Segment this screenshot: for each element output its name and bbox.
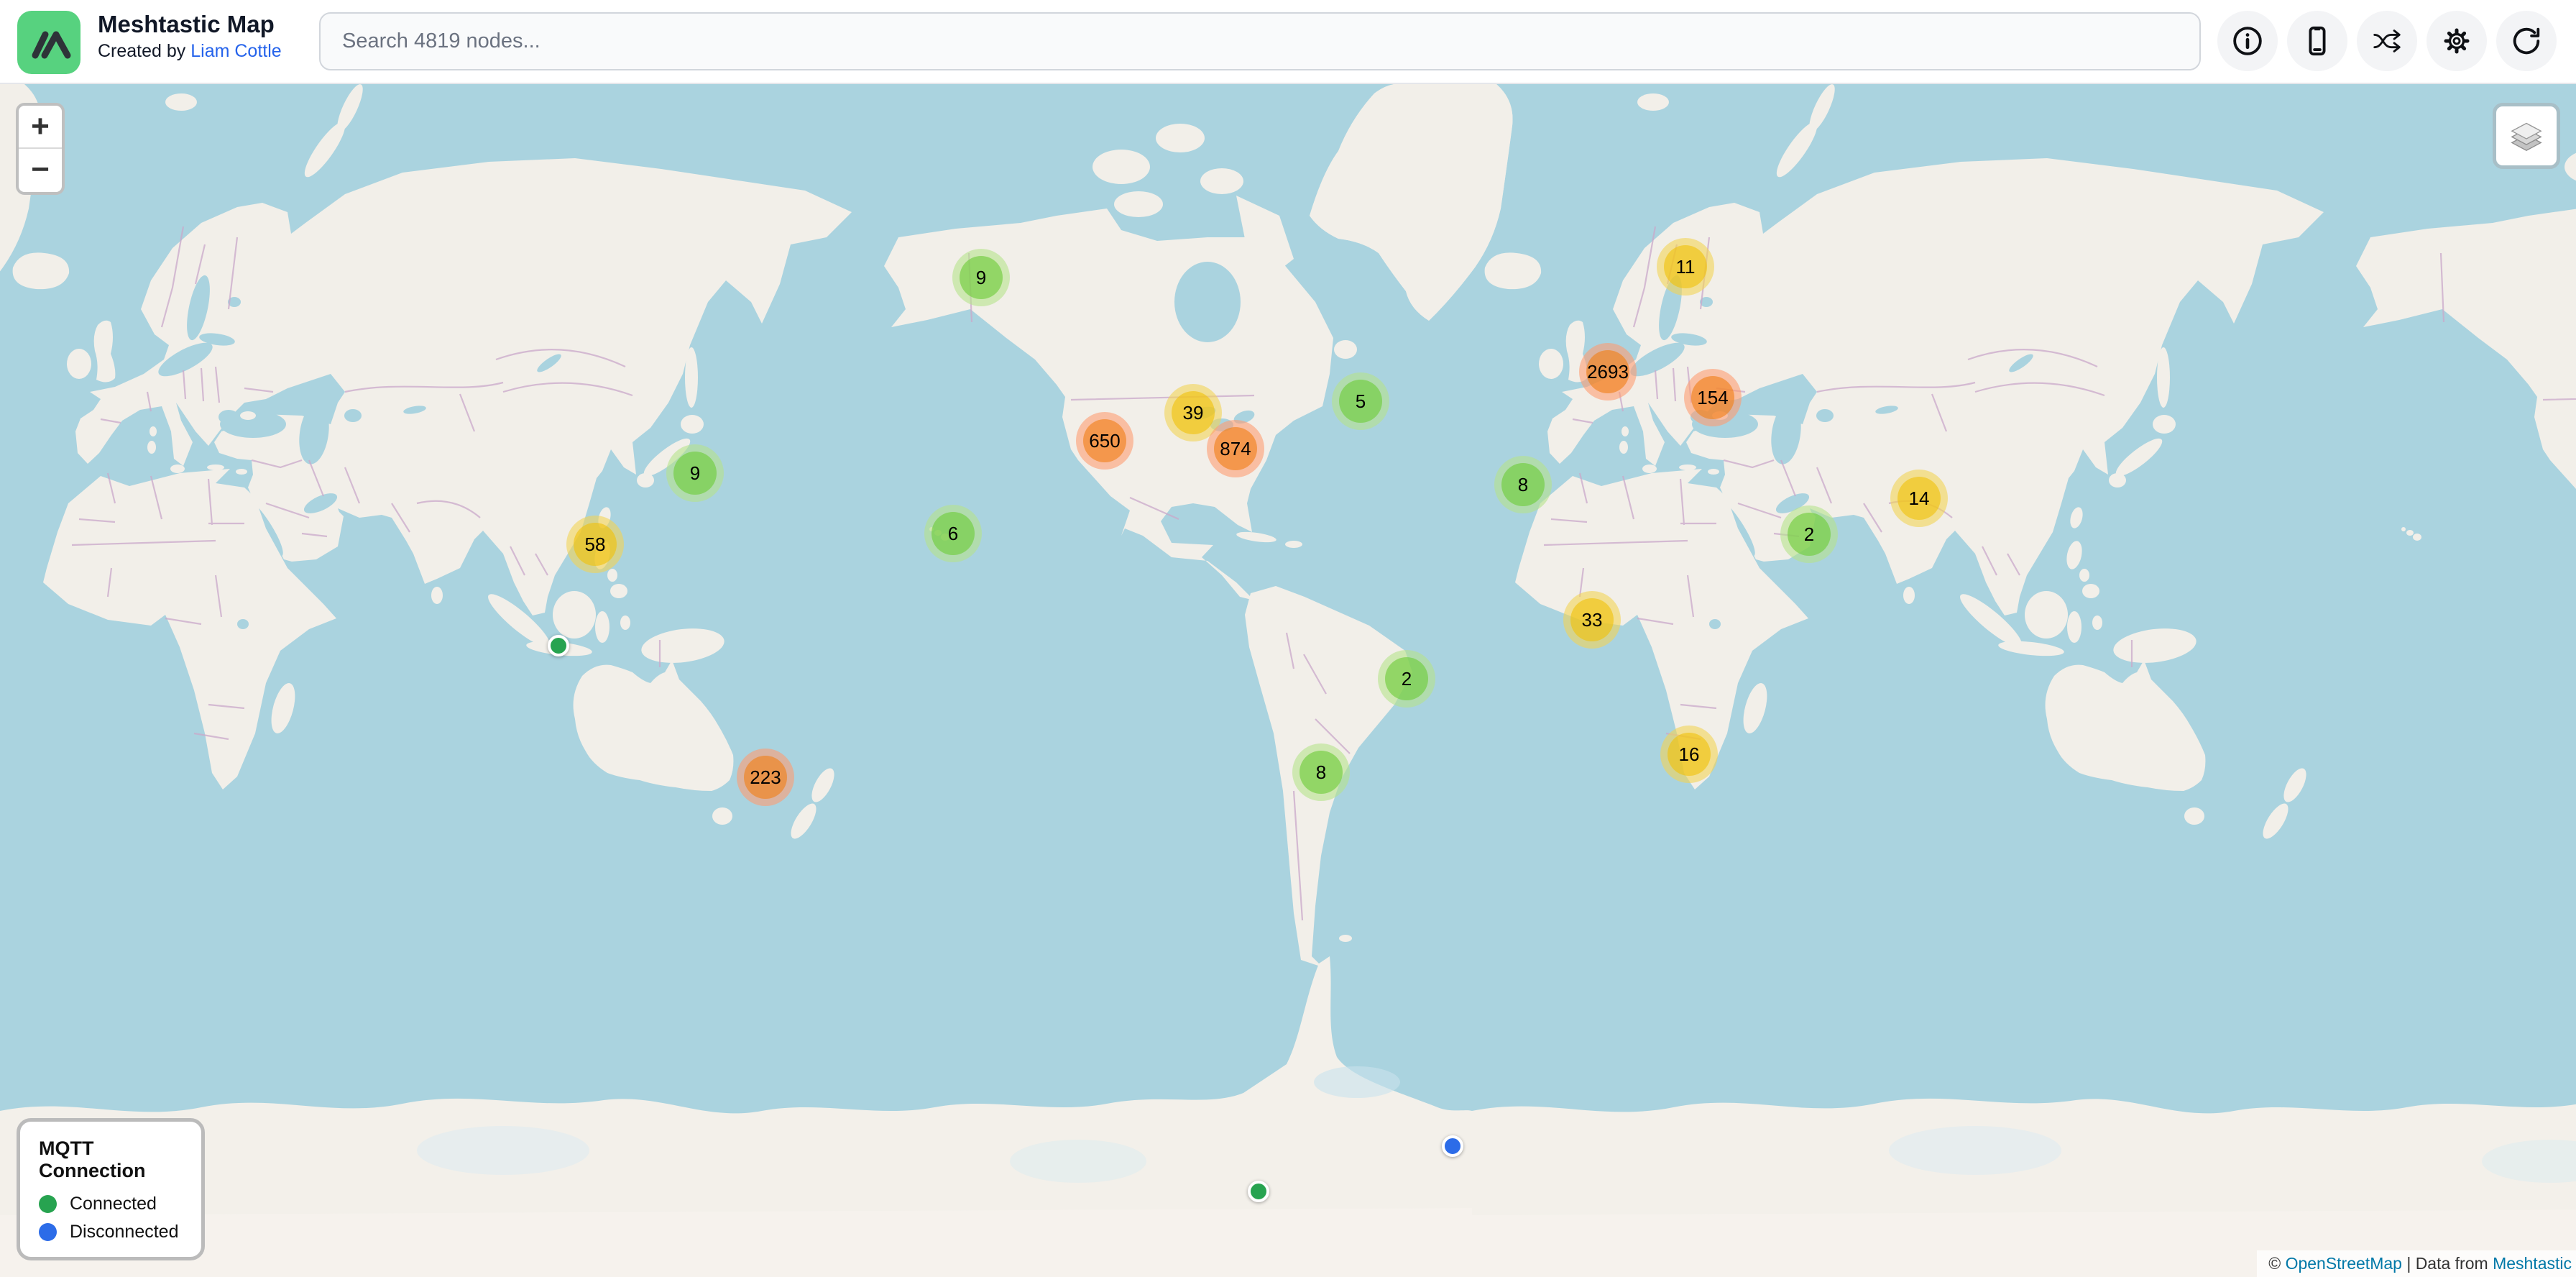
legend-status-dot bbox=[39, 1223, 57, 1241]
legend-status-dot bbox=[39, 1195, 57, 1213]
cluster-marker[interactable]: 874 bbox=[1207, 420, 1264, 477]
cluster-marker[interactable]: 8 bbox=[1494, 456, 1552, 513]
mqtt-legend: MQTT Connection Connected Disconnected bbox=[17, 1118, 205, 1260]
cluster-marker[interactable]: 2693 bbox=[1579, 343, 1637, 401]
author-link[interactable]: Liam Cottle bbox=[190, 41, 281, 61]
cluster-marker[interactable]: 33 bbox=[1563, 591, 1621, 649]
cluster-count: 223 bbox=[744, 756, 787, 799]
app-header: Meshtastic Map Created by Liam Cottle bbox=[0, 0, 2576, 84]
cluster-marker[interactable]: 9 bbox=[952, 249, 1010, 306]
byline: Created by Liam Cottle bbox=[98, 39, 282, 63]
legend-item: Disconnected bbox=[39, 1222, 183, 1242]
mobile-app-button[interactable] bbox=[2287, 11, 2347, 71]
layers-icon bbox=[2504, 114, 2549, 158]
random-node-button[interactable] bbox=[2357, 11, 2417, 71]
cluster-count: 6 bbox=[932, 512, 975, 555]
cluster-count: 58 bbox=[574, 523, 617, 566]
cluster-count: 14 bbox=[1898, 477, 1941, 520]
cluster-count: 8 bbox=[1300, 751, 1343, 794]
zoom-in-button[interactable]: + bbox=[19, 106, 62, 149]
zoom-out-button[interactable]: − bbox=[19, 149, 62, 192]
cluster-count: 39 bbox=[1172, 391, 1215, 434]
cluster-count: 5 bbox=[1339, 380, 1382, 423]
info-button[interactable] bbox=[2217, 11, 2278, 71]
cluster-marker[interactable]: 5 bbox=[1332, 372, 1389, 430]
shuffle-icon bbox=[2370, 24, 2404, 58]
cluster-marker[interactable]: 8 bbox=[1292, 743, 1350, 801]
legend-label: Disconnected bbox=[70, 1222, 178, 1242]
cluster-count: 650 bbox=[1083, 419, 1126, 462]
node-marker-connected[interactable] bbox=[548, 635, 569, 656]
cluster-marker[interactable]: 154 bbox=[1684, 369, 1742, 426]
cluster-marker[interactable]: 16 bbox=[1660, 726, 1718, 783]
node-marker-connected[interactable] bbox=[1248, 1181, 1269, 1202]
cluster-count: 2693 bbox=[1586, 350, 1629, 393]
osm-link[interactable]: OpenStreetMap bbox=[2286, 1254, 2402, 1273]
brand-block: Meshtastic Map Created by Liam Cottle bbox=[98, 10, 282, 63]
cluster-marker[interactable]: 14 bbox=[1890, 470, 1948, 527]
legend-title: MQTT Connection bbox=[39, 1138, 183, 1182]
cluster-count: 8 bbox=[1501, 463, 1545, 506]
cluster-count: 874 bbox=[1214, 427, 1257, 470]
cluster-count: 11 bbox=[1664, 245, 1707, 288]
legend-label: Connected bbox=[70, 1194, 157, 1214]
gear-icon bbox=[2439, 24, 2474, 58]
meshtastic-link[interactable]: Meshtastic bbox=[2493, 1254, 2572, 1273]
cluster-count: 154 bbox=[1691, 376, 1734, 419]
info-icon bbox=[2231, 24, 2264, 58]
cluster-marker[interactable]: 2 bbox=[1378, 650, 1435, 708]
legend-item: Connected bbox=[39, 1194, 183, 1214]
meshtastic-logo[interactable] bbox=[17, 11, 80, 74]
cluster-marker[interactable]: 2 bbox=[1780, 505, 1838, 563]
cluster-marker[interactable]: 9 bbox=[666, 444, 724, 502]
settings-button[interactable] bbox=[2426, 11, 2487, 71]
byline-prefix: Created by bbox=[98, 41, 190, 61]
cluster-marker[interactable]: 58 bbox=[566, 516, 624, 573]
cluster-count: 33 bbox=[1570, 598, 1614, 641]
attribution-separator: | Data from bbox=[2402, 1254, 2493, 1273]
refresh-button[interactable] bbox=[2496, 11, 2557, 71]
layers-control[interactable] bbox=[2493, 103, 2560, 169]
search-input[interactable] bbox=[319, 12, 2201, 70]
refresh-icon bbox=[2510, 24, 2543, 58]
cluster-count: 2 bbox=[1385, 657, 1428, 700]
page-title: Meshtastic Map bbox=[98, 10, 282, 39]
map-attribution: © OpenStreetMap | Data from Meshtastic bbox=[2257, 1250, 2576, 1277]
cluster-count: 9 bbox=[673, 452, 717, 495]
cluster-count: 16 bbox=[1668, 733, 1711, 776]
node-marker-disconnected[interactable] bbox=[1442, 1135, 1463, 1157]
legend-rows: Connected Disconnected bbox=[39, 1194, 183, 1242]
cluster-marker[interactable]: 11 bbox=[1657, 238, 1714, 296]
cluster-count: 9 bbox=[960, 256, 1003, 299]
zoom-control: + − bbox=[16, 103, 65, 195]
cluster-count: 2 bbox=[1788, 513, 1831, 556]
map-canvas[interactable]: 9 39 650 874 5 11 2693 154 8 2 14 33 16 2 8 9 58 6 223 + −… bbox=[0, 84, 2576, 1277]
cluster-marker[interactable]: 223 bbox=[737, 749, 794, 806]
meshtastic-logo-glyph bbox=[17, 11, 80, 74]
world-map bbox=[0, 84, 2576, 1277]
cluster-marker[interactable]: 650 bbox=[1076, 412, 1133, 470]
cluster-marker[interactable]: 6 bbox=[924, 505, 982, 562]
mobile-phone-icon bbox=[2301, 24, 2334, 58]
attribution-prefix: © bbox=[2268, 1254, 2285, 1273]
